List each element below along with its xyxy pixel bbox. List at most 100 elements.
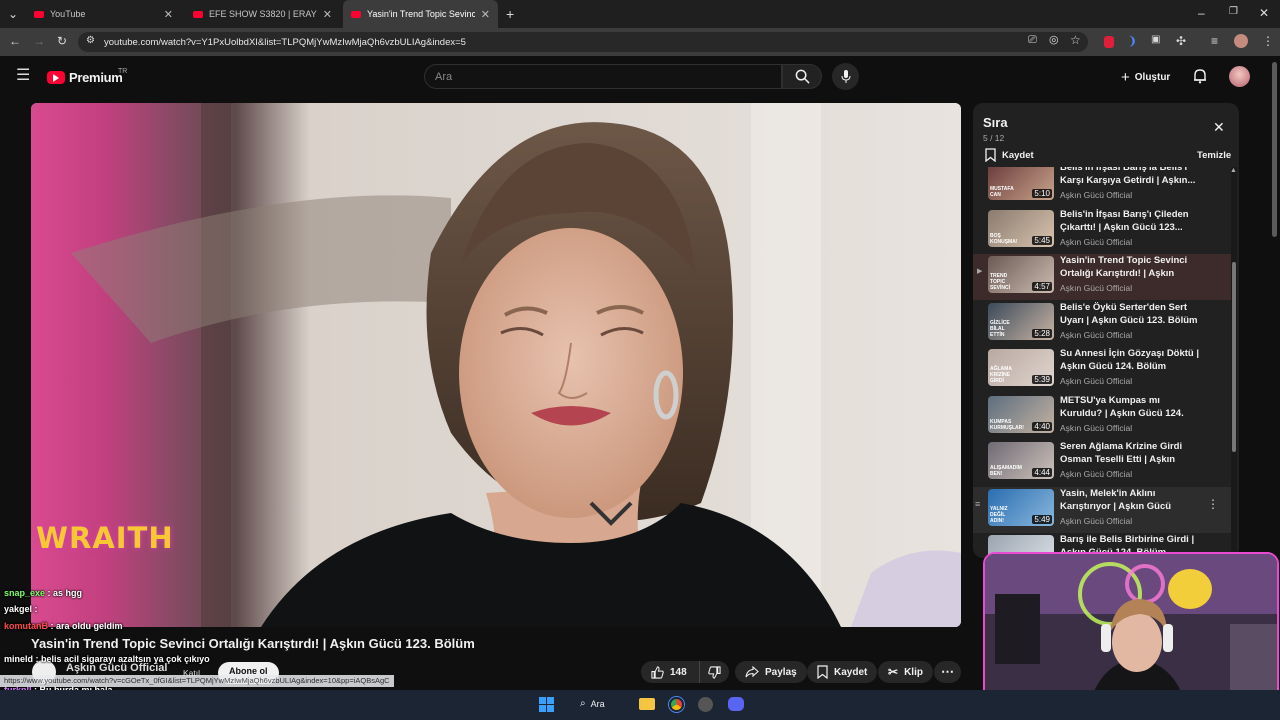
search-button[interactable]	[782, 64, 822, 89]
queue-item-duration: 4:57	[1032, 282, 1052, 291]
forward-icon[interactable]: →	[33, 35, 45, 47]
browser-tab-efe-show[interactable]: EFE SHOW S3820 | ERAY CAN C ✕	[185, 0, 340, 28]
queue-item[interactable]: ▶ TREND TOPIC SEVİNCİ 4:57 Yasin'in Trend T…	[973, 254, 1231, 300]
bookmark-star-icon[interactable]: ☆	[1070, 34, 1081, 46]
queue-item-duration: 4:40	[1032, 421, 1052, 431]
chat-text: : belis acil sigarayı azaltsın ya çok çı…	[35, 654, 210, 664]
scroll-up-icon[interactable]: ▲	[1230, 167, 1237, 174]
more-icon: ⋯	[941, 664, 954, 679]
queue-item-channel: Aşkın Gücü Official	[1060, 329, 1133, 340]
create-button[interactable]: + Oluştur	[1121, 69, 1170, 86]
queue-item-thumbnail: YALNIZ DEĞİL ADIN! 5:49	[988, 488, 1054, 526]
queue-item[interactable]: KUMPAS KURMUŞLAR! 4:40 METSU'ya Kumpas mı …	[973, 394, 1231, 440]
browser-tab-active[interactable]: Yasin'in Trend Topic Sevinci Ort ✕	[343, 0, 498, 28]
extension-red-icon[interactable]	[1104, 36, 1114, 48]
app-taskbar-icon[interactable]	[698, 697, 713, 712]
site-info-icon[interactable]: ⚙	[86, 36, 95, 46]
queue-item[interactable]: ≡ YALNIZ DEĞİL ADIN! 5:49 Yasin, Melek'in A…	[973, 486, 1231, 533]
reading-list-icon[interactable]: ≡	[1211, 35, 1218, 47]
taskbar-search[interactable]: ⌕ Ara	[580, 698, 605, 709]
tab-title: YouTube	[50, 9, 86, 19]
chat-username: mineld	[4, 654, 34, 664]
chat-username: yakgel	[4, 604, 33, 614]
youtube-favicon-icon	[351, 10, 361, 18]
extension-translate-icon[interactable]: ❩	[1127, 35, 1137, 47]
page-scrollbar[interactable]	[1272, 62, 1277, 237]
queue-panel: Sıra 5 / 12 ✕ Kaydet Temizle ▲ MUSTAFA C…	[973, 103, 1239, 558]
youtube-favicon-icon	[193, 10, 203, 18]
bookmark-icon	[985, 148, 996, 162]
queue-title: Sıra	[983, 115, 1008, 130]
minimize-window-icon[interactable]: –	[1198, 7, 1205, 19]
queue-item-channel: Aşkın Gücü Official	[1060, 190, 1133, 200]
chat-message: mineld : belis acil sigarayı azaltsın ya…	[4, 654, 210, 664]
discord-taskbar-icon[interactable]	[728, 697, 744, 711]
share-icon	[745, 666, 759, 678]
thumbnail-caption: AĞLAMA KRİZİNE GİRDİ	[990, 366, 1012, 384]
like-button[interactable]: 148	[641, 661, 699, 683]
file-explorer-icon[interactable]	[639, 698, 655, 710]
thumbnail-caption: KUMPAS KURMUŞLAR!	[990, 418, 1024, 431]
youtube-premium-logo[interactable]: Premium	[47, 70, 123, 85]
queue-scrollbar[interactable]	[1231, 167, 1237, 558]
queue-save-button[interactable]: Kaydet	[985, 148, 1034, 162]
notifications-button[interactable]	[1192, 68, 1208, 89]
thumbnail-caption: YALNIZ DEĞİL ADIN!	[990, 505, 1008, 524]
queue-save-label: Kaydet	[1002, 149, 1034, 161]
tab-search-icon[interactable]: ⌄	[8, 8, 18, 20]
clip-button[interactable]: ✂ Klip	[878, 661, 933, 683]
profile-avatar[interactable]	[1234, 34, 1248, 48]
queue-item-thumbnail: GİZLİCE BİLAL ETTİN 5:28	[988, 302, 1054, 340]
save-button[interactable]: Kaydet	[807, 661, 878, 683]
queue-item[interactable]: AĞLAMA KRİZİNE GİRDİ 5:39 Su Annesi İçin G…	[973, 347, 1231, 393]
dislike-button[interactable]	[699, 661, 729, 683]
scissors-icon: ✂	[888, 665, 899, 679]
queue-clear-button[interactable]: Temizle	[1197, 150, 1231, 161]
close-tab-icon[interactable]: ✕	[323, 8, 332, 21]
queue-list: MUSTAFA CAN 5:10 Belis'in İfşası Barış'la …	[973, 167, 1231, 558]
close-tab-icon[interactable]: ✕	[164, 8, 173, 21]
thumbs-up-icon	[651, 665, 664, 679]
eye-off-icon[interactable]: ◎	[1049, 35, 1059, 46]
cast-icon[interactable]: ⎚	[1028, 35, 1037, 46]
queue-item[interactable]: MUSTAFA CAN 5:10 Belis'in İfşası Barış'la …	[973, 167, 1231, 207]
new-tab-icon[interactable]: +	[506, 7, 514, 21]
start-button[interactable]	[539, 697, 554, 712]
queue-scrollbar-thumb[interactable]	[1232, 262, 1236, 452]
chat-username: komutanB	[4, 621, 49, 631]
close-tab-icon[interactable]: ✕	[481, 8, 490, 21]
chat-text: : as hgg	[47, 588, 83, 598]
queue-item-duration: 5:39	[1032, 375, 1052, 384]
reload-icon[interactable]: ↻	[57, 35, 67, 47]
item-menu-icon[interactable]: ⋮	[1207, 497, 1219, 511]
restore-window-icon[interactable]: ❐	[1229, 7, 1238, 17]
close-queue-icon[interactable]: ✕	[1213, 119, 1225, 136]
extension-dark-icon[interactable]: ▣	[1151, 35, 1160, 45]
thumbnail-caption: GİZLİCE BİLAL ETTİN	[990, 319, 1010, 338]
search-input[interactable]: Ara	[424, 64, 782, 89]
queue-item-title: METSU'ya Kumpas mı Kuruldu? | Aşkın Gücü…	[1060, 394, 1184, 419]
queue-item[interactable]: BOŞ KONUŞMA! 5:45 Belis'in İfşası Barış'ı …	[973, 208, 1231, 254]
save-label: Kaydet	[834, 666, 868, 678]
hamburger-menu-icon[interactable]: ☰	[16, 68, 30, 84]
share-button[interactable]: Paylaş	[735, 661, 807, 683]
queue-item-channel: Aşkın Gücü Official	[1060, 376, 1133, 386]
chrome-taskbar-icon[interactable]	[669, 697, 684, 712]
queue-item-duration: 5:49	[1032, 514, 1052, 524]
search-icon: ⌕	[580, 698, 586, 709]
browser-tab-youtube[interactable]: YouTube ✕	[26, 0, 181, 28]
voice-search-button[interactable]	[832, 63, 859, 90]
queue-item[interactable]: GİZLİCE BİLAL ETTİN 5:28 Belis'e Öykü Sert…	[973, 301, 1231, 347]
drag-handle-icon[interactable]: ≡	[975, 499, 980, 509]
queue-item-duration: 5:10	[1032, 189, 1052, 198]
tab-title: EFE SHOW S3820 | ERAY CAN C	[209, 9, 317, 19]
more-actions-button[interactable]: ⋯	[934, 661, 961, 683]
account-avatar[interactable]	[1229, 66, 1250, 87]
extensions-puzzle-icon[interactable]: ✣	[1176, 35, 1186, 47]
queue-item-channel: Aşkın Gücü Official	[1060, 515, 1133, 526]
close-window-icon[interactable]: ✕	[1259, 7, 1269, 19]
back-icon[interactable]: ←	[9, 35, 21, 47]
address-bar[interactable]: ⚙ youtube.com/watch?v=Y1PxUolbdXI&list=T…	[78, 32, 1088, 52]
queue-item[interactable]: ALIŞAMADIM BEN! 4:44 Seren Ağlama Krizine …	[973, 440, 1231, 486]
browser-menu-icon[interactable]: ⋮	[1262, 35, 1274, 47]
